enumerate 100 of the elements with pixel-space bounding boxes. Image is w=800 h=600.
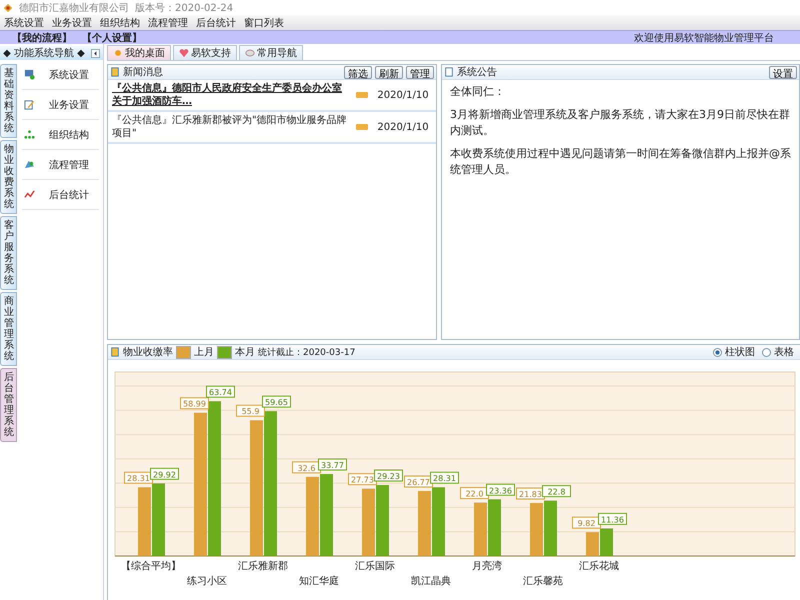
value-label: 58.99: [180, 397, 209, 410]
user-link[interactable]: 【个人设置】: [82, 30, 142, 44]
settings-button[interactable]: 设置: [769, 66, 797, 78]
document-icon: [110, 347, 120, 357]
bar: [586, 532, 599, 556]
document-icon: [444, 67, 454, 77]
collapse-icon[interactable]: [90, 48, 100, 58]
value-label: 28.31: [124, 472, 153, 484]
data-label: 33.77: [321, 460, 344, 470]
logo-icon: [3, 2, 13, 12]
menu-item[interactable]: 窗口列表: [244, 16, 284, 30]
value-label: 23.36: [486, 484, 515, 496]
system-tab[interactable]: 后台管理系统: [0, 368, 17, 442]
radio-label[interactable]: 柱状图: [725, 345, 755, 359]
company-name: 德阳市汇嘉物业有限公司: [19, 2, 129, 14]
value-label: 22.8: [542, 485, 571, 498]
data-label: 59.65: [265, 398, 288, 408]
radio-button[interactable]: [762, 348, 771, 356]
nav-item[interactable]: 组织结构: [49, 128, 89, 142]
category-label: 汇乐国际: [355, 561, 395, 572]
value-label: 11.36: [598, 512, 627, 525]
system-tab[interactable]: 客户服务系统: [0, 216, 17, 290]
category-label: 知汇华庭: [299, 576, 339, 587]
bar: [488, 499, 501, 556]
value-label: 27.73: [348, 473, 377, 486]
monitor-icon: [24, 69, 35, 80]
desktop-tab[interactable]: 常用导航: [239, 45, 303, 60]
news-link[interactable]: 『公共信息』汇乐雅新郡被评为"德阳市物业服务品牌项目": [112, 114, 350, 140]
desktop-tab[interactable]: 我的桌面: [107, 45, 171, 60]
category-label: 练习小区: [187, 576, 227, 587]
category-label: 汇乐馨苑: [523, 576, 563, 587]
nav-item[interactable]: 后台统计: [49, 188, 89, 202]
value-label: 22.0: [460, 487, 489, 500]
org-chart-icon: [24, 129, 35, 140]
data-label: 22.0: [466, 490, 484, 499]
sidebar-title: ◆ 功能系统导航 ◆: [3, 46, 85, 60]
heart-icon: [179, 48, 189, 58]
bar: [418, 490, 431, 556]
value-label: 29.92: [150, 468, 179, 480]
panel-button[interactable]: 筛选: [344, 66, 372, 78]
as-of-date: 统计截止：2020-03-17: [258, 346, 356, 358]
value-label: 59.65: [262, 396, 291, 408]
nav-item[interactable]: 业务设置: [49, 98, 89, 112]
bar: [600, 528, 613, 556]
bar: [474, 502, 487, 556]
data-label: 23.36: [489, 486, 512, 496]
value-label: 33.77: [318, 458, 347, 470]
news-date: 2020/1/10: [376, 90, 430, 100]
data-label: 22.8: [548, 488, 566, 497]
bar: [138, 487, 151, 556]
value-label: 55.9: [236, 404, 265, 417]
data-label: 9.82: [578, 519, 596, 528]
data-label: 55.9: [242, 407, 260, 416]
panel-title: 新闻消息: [123, 66, 163, 79]
panel-title: 物业收缴率: [123, 346, 173, 359]
data-label: 21.83: [519, 490, 542, 499]
data-label: 11.36: [601, 515, 624, 524]
welcome-text: 欢迎使用易软智能物业管理平台: [634, 32, 775, 44]
panel-button[interactable]: 刷新: [375, 66, 403, 78]
menu-item[interactable]: 流程管理: [148, 16, 188, 30]
value-label: 32.6: [292, 461, 321, 474]
new-badge-icon: [356, 124, 368, 130]
data-label: 29.92: [153, 470, 176, 480]
value-label: 63.74: [206, 386, 235, 398]
menu-item[interactable]: 系统设置: [4, 16, 44, 30]
bar: [362, 488, 375, 556]
menu-item[interactable]: 业务设置: [52, 16, 92, 30]
nav-item[interactable]: 系统设置: [49, 68, 89, 82]
bar: [432, 487, 445, 556]
menu-item[interactable]: 后台统计: [196, 16, 236, 30]
user-link[interactable]: 【我的流程】: [12, 30, 72, 44]
document-icon: [110, 67, 120, 77]
desktop-tab[interactable]: 易软支持: [173, 45, 237, 60]
value-label: 29.23: [374, 470, 403, 482]
nav-item[interactable]: 流程管理: [49, 158, 89, 172]
value-label: 26.77: [404, 475, 433, 488]
notice-text: 全体同仁：: [450, 84, 506, 100]
category-label: 凯江晶典: [411, 576, 451, 587]
value-label: 28.31: [430, 472, 459, 484]
bar: [530, 502, 543, 556]
panel-button[interactable]: 管理: [406, 66, 434, 78]
data-label: 26.77: [407, 478, 430, 487]
system-tab[interactable]: 商业管理系统: [0, 292, 17, 366]
system-tab[interactable]: 物业收费系统: [0, 140, 17, 214]
line-chart-icon: [24, 189, 35, 200]
data-label: 27.73: [351, 476, 374, 485]
radio-button[interactable]: [713, 348, 722, 356]
legend-label: 上月: [194, 346, 214, 359]
data-label: 63.74: [209, 388, 232, 398]
value-label: 9.82: [572, 516, 601, 529]
data-label: 32.6: [298, 464, 316, 473]
category-label: 汇乐雅新郡: [238, 561, 288, 572]
menu-item[interactable]: 组织结构: [100, 16, 140, 30]
data-label: 58.99: [183, 400, 206, 409]
data-label: 29.23: [377, 472, 400, 482]
system-tab[interactable]: 基础资料系统: [0, 64, 17, 138]
new-badge-icon: [356, 92, 368, 98]
notice-text: 3月将新增商业管理系统及客户服务系统，请大家在3月9日前尽快在群内测试。: [450, 106, 791, 139]
news-link[interactable]: 『公共信息』德阳市人民政府安全生产委员会办公室关于加强酒防车…: [112, 82, 350, 108]
radio-label[interactable]: 表格: [774, 345, 794, 359]
